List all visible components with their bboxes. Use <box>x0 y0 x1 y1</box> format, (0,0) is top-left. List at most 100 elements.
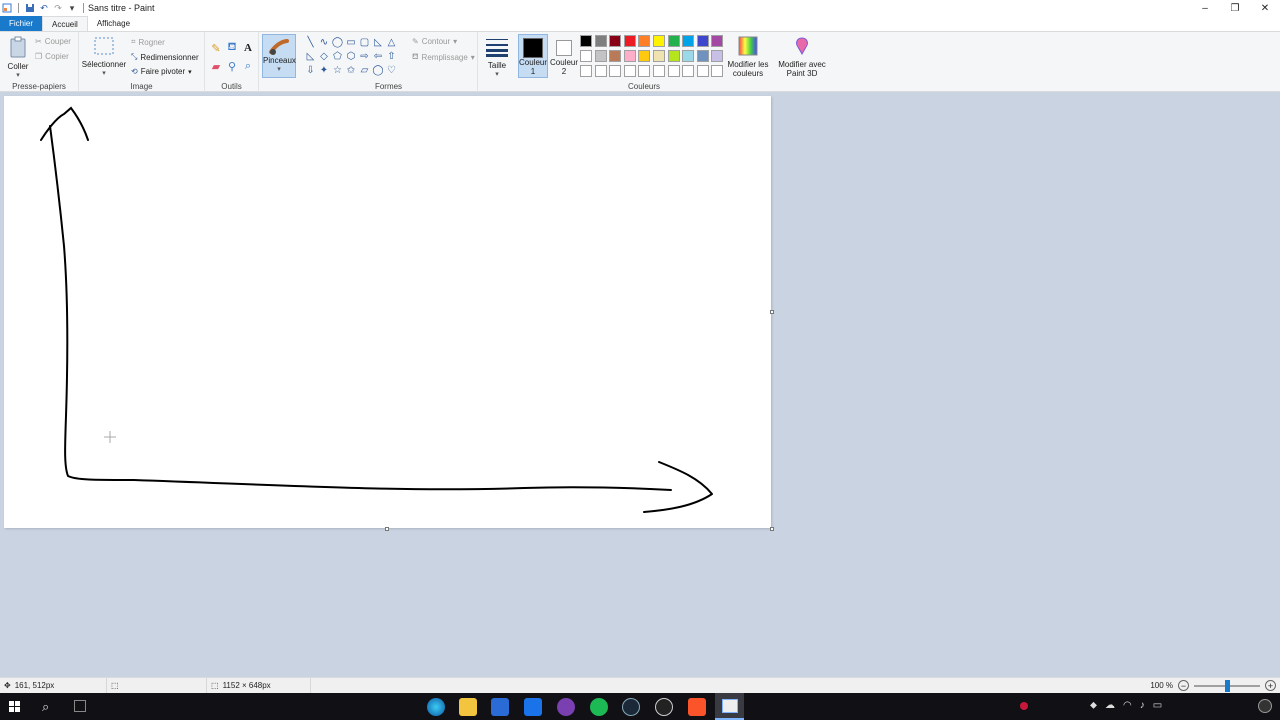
palette-swatch[interactable] <box>696 35 709 47</box>
palette-swatch[interactable] <box>609 65 622 77</box>
shape-option-icon[interactable]: ▱ <box>358 64 371 77</box>
shape-option-icon[interactable]: ◺ <box>372 36 385 49</box>
fill-button[interactable]: ⛾ Remplissage ▾ <box>412 52 475 62</box>
shape-option-icon[interactable]: ✩ <box>345 64 358 77</box>
copy-button[interactable]: ❐ Copier <box>35 52 69 61</box>
close-button[interactable]: ✕ <box>1250 0 1280 16</box>
shape-option-icon[interactable]: ◺ <box>304 50 317 63</box>
zoom-in-button[interactable]: + <box>1265 680 1276 691</box>
tray-app-icon[interactable] <box>1020 702 1028 710</box>
rotate-button[interactable]: ⟲ Faire pivoter ▾ <box>131 67 192 76</box>
redo-icon[interactable]: ↷ <box>53 3 63 13</box>
shape-option-icon[interactable]: ⇧ <box>385 50 398 63</box>
palette-swatch[interactable] <box>623 65 636 77</box>
shape-option-icon[interactable]: ╲ <box>304 36 317 49</box>
shape-option-icon[interactable]: ⇩ <box>304 64 317 77</box>
notification-center-icon[interactable] <box>1258 699 1272 713</box>
battery-icon[interactable]: ▭ <box>1153 700 1162 711</box>
shape-option-icon[interactable]: ◇ <box>318 50 331 63</box>
shape-option-icon[interactable]: ◯ <box>331 36 344 49</box>
color2-button[interactable]: Couleur 2 <box>550 34 578 78</box>
shape-option-icon[interactable]: ⬠ <box>331 50 344 63</box>
zoom-slider-thumb[interactable] <box>1224 679 1230 692</box>
cut-button[interactable]: ✂ Couper <box>35 37 71 46</box>
undo-icon[interactable]: ↶ <box>39 3 49 13</box>
paint3d-button[interactable]: Modifier avec Paint 3D <box>776 36 828 78</box>
network-icon[interactable]: ☁ <box>1105 700 1115 711</box>
drawing-canvas[interactable] <box>4 96 771 528</box>
color-picker-icon[interactable]: ⚲ <box>225 59 239 73</box>
palette-swatch[interactable] <box>594 50 607 62</box>
store-icon[interactable] <box>491 698 509 716</box>
tab-file[interactable]: Fichier <box>0 16 43 31</box>
resize-handle-corner[interactable] <box>770 527 774 531</box>
palette-swatch[interactable] <box>682 35 695 47</box>
select-button[interactable]: Sélectionner ▾ <box>81 36 127 78</box>
wifi-icon[interactable]: ◠ <box>1123 700 1132 711</box>
tab-home[interactable]: Accueil <box>42 16 88 31</box>
text-icon[interactable]: A <box>241 41 255 55</box>
shape-option-icon[interactable]: ⇦ <box>372 50 385 63</box>
palette-swatch[interactable] <box>638 50 651 62</box>
edit-colors-button[interactable]: Modifier les couleurs <box>726 36 770 78</box>
search-icon[interactable]: ⌕ <box>42 699 49 715</box>
eraser-icon[interactable]: ▰ <box>209 59 223 73</box>
shape-option-icon[interactable]: ∿ <box>318 36 331 49</box>
minimize-button[interactable]: – <box>1190 0 1220 16</box>
obs-icon[interactable] <box>655 698 673 716</box>
palette-swatch[interactable] <box>682 65 695 77</box>
palette-swatch[interactable] <box>580 65 592 77</box>
brushes-button[interactable]: Pinceaux ▾ <box>262 34 296 78</box>
palette-swatch[interactable] <box>609 35 622 47</box>
palette-swatch[interactable] <box>711 65 724 77</box>
palette-swatch[interactable] <box>696 65 709 77</box>
palette-swatch[interactable] <box>667 50 680 62</box>
file-explorer-icon[interactable] <box>459 698 477 716</box>
shape-option-icon[interactable]: △ <box>385 36 398 49</box>
outline-button[interactable]: ✎ Contour ▾ <box>412 37 457 46</box>
palette-swatch[interactable] <box>580 35 592 47</box>
shape-option-icon[interactable]: ✦ <box>318 64 331 77</box>
tab-view[interactable]: Affichage <box>88 16 139 31</box>
shape-option-icon[interactable]: ⇨ <box>358 50 371 63</box>
resize-button[interactable]: ⤡ Redimensionner <box>131 52 199 62</box>
volume-icon[interactable]: ♪ <box>1140 700 1145 711</box>
palette-swatch[interactable] <box>711 50 724 62</box>
palette-swatch[interactable] <box>653 65 665 77</box>
fill-bucket-icon[interactable]: ⛾ <box>225 41 239 55</box>
brave-browser-icon[interactable] <box>688 698 706 716</box>
shape-option-icon[interactable]: ♡ <box>385 64 398 77</box>
pencil-icon[interactable]: ✎ <box>209 41 223 55</box>
task-view-icon[interactable] <box>74 700 86 712</box>
tray-apps-icon[interactable]: ⬥ <box>1090 700 1097 711</box>
resize-handle-bottom[interactable] <box>385 527 389 531</box>
messenger-icon[interactable] <box>557 698 575 716</box>
magnifier-icon[interactable]: ⌕ <box>241 59 255 73</box>
palette-swatch[interactable] <box>594 35 607 47</box>
shape-option-icon[interactable]: ☆ <box>331 64 344 77</box>
spotify-icon[interactable] <box>590 698 608 716</box>
palette-swatch[interactable] <box>623 50 636 62</box>
shape-option-icon[interactable]: ◯ <box>372 64 385 77</box>
resize-handle-right[interactable] <box>770 310 774 314</box>
palette-swatch[interactable] <box>653 35 665 47</box>
zoom-slider[interactable] <box>1194 679 1260 692</box>
steam-icon[interactable] <box>622 698 640 716</box>
shape-option-icon[interactable]: ▢ <box>358 36 371 49</box>
size-button[interactable]: Taille ▾ <box>482 37 512 79</box>
mail-icon[interactable] <box>524 698 542 716</box>
save-icon[interactable] <box>25 3 35 13</box>
shape-option-icon[interactable]: ▭ <box>345 36 358 49</box>
shape-option-icon[interactable]: ⬡ <box>345 50 358 63</box>
paste-button[interactable]: Coller ▾ <box>4 36 32 80</box>
maximize-button[interactable]: ❐ <box>1220 0 1250 16</box>
palette-swatch[interactable] <box>682 50 695 62</box>
customize-qa-chevron-icon[interactable]: ▾ <box>67 3 77 13</box>
windows-start-icon[interactable] <box>9 701 20 712</box>
palette-swatch[interactable] <box>638 35 651 47</box>
palette-swatch[interactable] <box>667 65 680 77</box>
palette-swatch[interactable] <box>653 50 665 62</box>
palette-swatch[interactable] <box>638 65 651 77</box>
palette-swatch[interactable] <box>696 50 709 62</box>
palette-swatch[interactable] <box>667 35 680 47</box>
